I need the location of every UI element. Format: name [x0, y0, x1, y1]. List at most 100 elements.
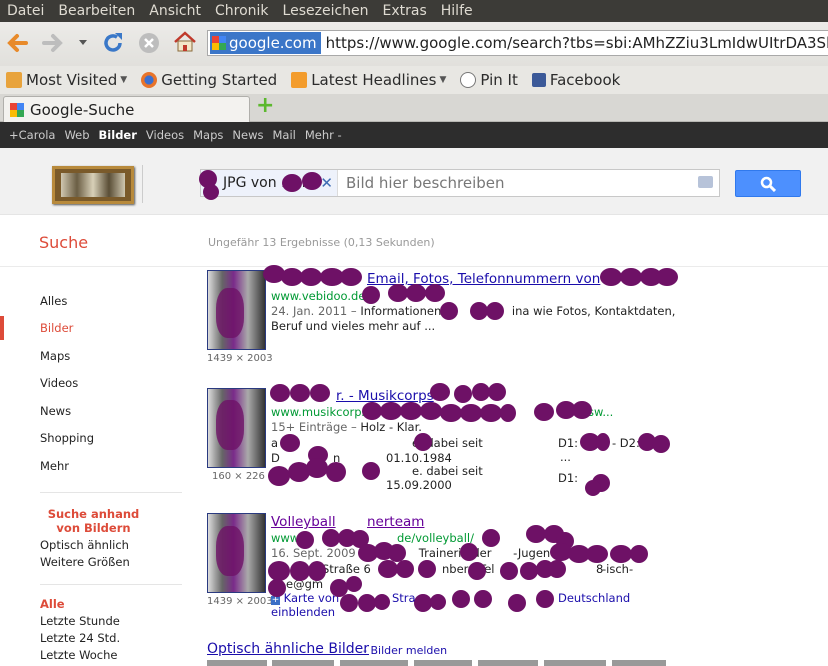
back-arrow-icon[interactable]	[6, 32, 28, 54]
sidebar-item-shopping[interactable]: Shopping	[40, 431, 94, 445]
similar-thumb[interactable]	[612, 660, 666, 666]
similar-thumb[interactable]	[414, 660, 472, 666]
google-favicon-icon	[212, 36, 226, 50]
gbar-news[interactable]: News	[232, 128, 263, 142]
stop-icon[interactable]	[138, 32, 160, 54]
result-url[interactable]: www.vebidoo.de	[271, 289, 365, 303]
address-bar[interactable]: google.com https://www.google.com/search…	[207, 30, 828, 56]
google-favicon-icon	[10, 102, 24, 117]
report-images-link[interactable]: - Bilder melden	[363, 644, 447, 657]
gbar-maps[interactable]: Maps	[193, 128, 223, 142]
sidebar-item-bilder[interactable]: Bilder	[40, 321, 73, 335]
tab-title: Google-Suche	[30, 100, 135, 119]
camera-icon[interactable]	[698, 176, 713, 188]
similar-thumb[interactable]	[544, 660, 606, 666]
history-dropdown-icon[interactable]	[78, 39, 88, 47]
magnifier-icon	[760, 176, 776, 192]
folder-icon	[6, 72, 22, 88]
result-url[interactable]: de/volleyball/	[397, 531, 474, 545]
home-icon[interactable]	[173, 31, 197, 53]
menu-lesezeichen[interactable]: Lesezeichen	[276, 3, 376, 19]
plus-icon: +	[271, 595, 280, 605]
result-url[interactable]: www.musikcorps	[271, 405, 368, 419]
gbar-web[interactable]: Web	[64, 128, 89, 142]
remove-image-icon[interactable]: ✕	[320, 174, 333, 192]
time-letzte-woche[interactable]: Letzte Woche	[40, 648, 118, 662]
snippet-text: Beruf und vieles mehr auf ...	[271, 319, 436, 333]
table-cell: D1:	[558, 471, 579, 485]
header-divider	[142, 165, 143, 203]
similar-thumb[interactable]	[272, 660, 334, 666]
bookmark-getting-started[interactable]: Getting Started	[141, 71, 277, 89]
site-identity[interactable]: google.com	[210, 32, 321, 54]
sidebar-item-mehr[interactable]: Mehr	[40, 459, 69, 473]
time-letzte-24[interactable]: Letzte 24 Std.	[40, 631, 120, 645]
rss-icon	[291, 72, 308, 88]
map-link-label[interactable]: Deutschland	[558, 591, 630, 606]
forward-arrow-icon[interactable]	[42, 32, 64, 54]
reload-icon[interactable]	[102, 32, 124, 54]
sidebar-item-alles[interactable]: Alles	[40, 294, 67, 308]
sidebar-weitere-groessen[interactable]: Weitere Größen	[40, 555, 130, 569]
new-tab-button[interactable]: +	[256, 93, 274, 118]
time-letzte-stunde[interactable]: Letzte Stunde	[40, 614, 120, 628]
sidebar-item-videos[interactable]: Videos	[40, 376, 78, 390]
gbar-bilder[interactable]: Bilder	[99, 128, 137, 142]
menu-bar: Datei Bearbeiten Ansicht Chronik Lesezei…	[0, 0, 828, 22]
time-filter-heading[interactable]: Alle	[40, 597, 65, 611]
bookmark-latest-headlines[interactable]: Latest Headlines ▼	[291, 71, 446, 89]
image-dimensions: 1439 × 2003	[207, 353, 273, 364]
facebook-icon	[531, 73, 546, 87]
search-box[interactable]: JPG von .com ✕ Bild hier beschreiben	[200, 169, 720, 197]
bookmark-label: Pin It	[480, 71, 518, 89]
menu-hilfe[interactable]: Hilfe	[434, 3, 480, 19]
table-cell: 15.09.2000	[386, 478, 452, 492]
sidebar-item-news[interactable]: News	[40, 404, 71, 418]
menu-extras[interactable]: Extras	[376, 3, 434, 19]
sidebar-divider	[40, 584, 182, 585]
snippet-text: -isch-	[602, 562, 634, 576]
result-url[interactable]: www	[271, 531, 299, 545]
result-snippet: 15+ Einträge – Holz - Klar.	[271, 420, 422, 435]
sidebar-divider	[40, 492, 182, 493]
snippet-text: ina wie Fotos, Kontaktdaten,	[511, 304, 676, 318]
menu-ansicht[interactable]: Ansicht	[142, 3, 208, 19]
bookmark-facebook[interactable]: Facebook	[531, 71, 620, 89]
table-cell: ...	[560, 450, 571, 464]
bookmark-label: Getting Started	[161, 71, 278, 89]
menu-bearbeiten[interactable]: Bearbeiten	[51, 3, 142, 19]
similar-thumb[interactable]	[207, 660, 267, 666]
menu-chronik[interactable]: Chronik	[208, 3, 276, 19]
gbar-mail[interactable]: Mail	[272, 128, 295, 142]
gbar-mehr[interactable]: Mehr -	[305, 128, 342, 142]
result-date: 16. Sept. 2009 –	[271, 546, 366, 560]
menu-datei[interactable]: Datei	[0, 3, 51, 19]
image-dimensions: 160 × 226	[212, 471, 265, 482]
doodle-logo[interactable]	[52, 166, 134, 204]
map-link-label[interactable]: Stra	[392, 591, 416, 606]
sidebar-optisch-aehnlich[interactable]: Optisch ähnlich	[40, 538, 129, 552]
result-title[interactable]: nerteam	[367, 514, 424, 530]
search-button[interactable]	[735, 170, 801, 197]
result-title[interactable]: Volleyball	[271, 514, 336, 530]
similar-images-link[interactable]: Optisch ähnliche Bilder	[207, 641, 369, 657]
similar-thumb[interactable]	[478, 660, 538, 666]
similar-thumb[interactable]	[340, 660, 408, 666]
firefox-icon	[141, 72, 158, 88]
result-date: 24. Jan. 2011 –	[271, 304, 357, 318]
result-url[interactable]: sw...	[588, 405, 613, 419]
url-text[interactable]: https://www.google.com/search?tbs=sbi:AM…	[321, 34, 828, 52]
table-cell: - D2:	[612, 436, 640, 450]
dropdown-icon: ▼	[120, 75, 128, 85]
bookmarks-toolbar: Most Visited ▼ Getting Started Latest Hea…	[0, 66, 828, 94]
result-title[interactable]: r. - Musikcorps	[336, 388, 434, 404]
gbar-user[interactable]: +Carola	[9, 128, 55, 142]
sidebar-item-maps[interactable]: Maps	[40, 349, 70, 363]
gbar-videos[interactable]: Videos	[146, 128, 184, 142]
bookmark-most-visited[interactable]: Most Visited ▼	[6, 71, 127, 89]
bookmark-pin-it[interactable]: Pin It	[460, 71, 518, 89]
map-link-label[interactable]: einblenden	[271, 605, 335, 620]
image-dimensions: 1439 × 2003	[207, 596, 273, 607]
tab-google-suche[interactable]: Google-Suche	[3, 96, 250, 122]
search-input[interactable]: Bild hier beschreiben	[346, 174, 505, 192]
